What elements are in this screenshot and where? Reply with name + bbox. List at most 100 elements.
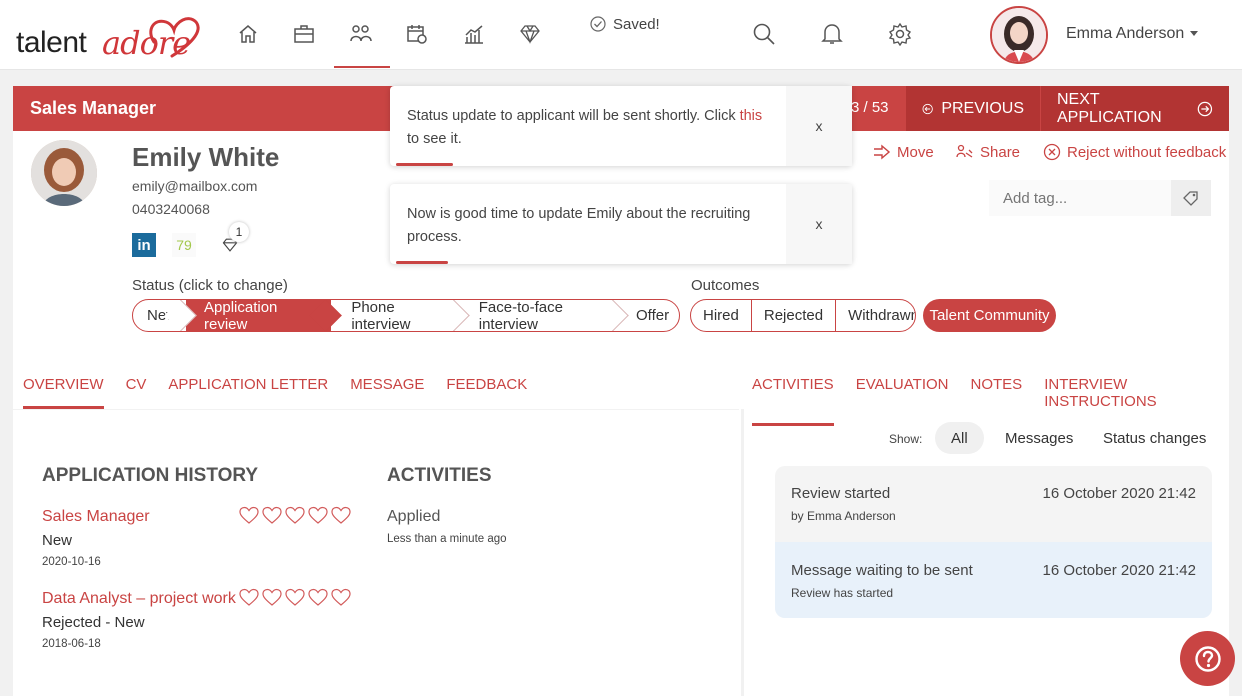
job-title: Sales Manager [30, 98, 157, 118]
heart-icon[interactable] [308, 588, 328, 607]
rating-hearts[interactable] [239, 506, 351, 525]
toast-close-button[interactable]: x [786, 86, 852, 166]
activity-title: Applied [387, 508, 441, 525]
user-menu[interactable]: Emma Anderson [1066, 25, 1199, 43]
feed-item[interactable]: Review started by Emma Anderson 16 Octob… [775, 466, 1212, 542]
reports-icon[interactable] [460, 20, 488, 48]
activity-time: Less than a minute ago [387, 533, 507, 545]
tab-notes[interactable]: NOTES [971, 376, 1023, 420]
heart-icon[interactable] [308, 506, 328, 525]
heart-icon[interactable] [331, 506, 351, 525]
talent-community-button[interactable]: Talent Community [923, 299, 1056, 332]
rating-hearts[interactable] [239, 588, 351, 607]
outcome-rejected[interactable]: Rejected [752, 300, 837, 331]
heart-icon[interactable] [285, 506, 305, 525]
application-card: Sales Manager 3 / 53 PREVIOUS NEXT APPLI… [13, 86, 1229, 696]
history-item-date: 2020-10-16 [42, 556, 101, 568]
toast-progress-bar [396, 261, 448, 264]
panel-divider[interactable] [741, 409, 744, 696]
add-tag-input[interactable] [989, 180, 1171, 216]
feed-item-title: Message waiting to be sent [791, 562, 973, 579]
feed-item-date: 16 October 2020 21:42 [1042, 485, 1196, 502]
outcome-withdrawn[interactable]: Withdrawn [836, 300, 915, 331]
feed-item-date: 16 October 2020 21:42 [1042, 562, 1196, 579]
diamond-icon[interactable] [516, 20, 544, 48]
search-icon[interactable] [750, 20, 778, 48]
toast-text: Status update to applicant will be sent … [407, 108, 740, 124]
move-action[interactable]: Move [873, 142, 934, 162]
filter-all[interactable]: All [935, 422, 984, 454]
stage-label: New [147, 307, 178, 324]
saved-indicator: Saved! [568, 6, 674, 42]
heart-icon[interactable] [239, 588, 259, 607]
application-counter: 3 / 53 [851, 99, 889, 116]
user-name-text: Emma Anderson [1066, 25, 1185, 42]
heart-icon[interactable] [285, 588, 305, 607]
applicant-email[interactable]: emily@mailbox.com [132, 178, 257, 194]
toast-close-button[interactable]: x [786, 184, 852, 264]
heart-icon[interactable] [331, 588, 351, 607]
status-pipeline: New Application review Phone interview F… [132, 299, 680, 332]
tab-evaluation[interactable]: EVALUATION [856, 376, 949, 420]
heart-icon[interactable] [262, 588, 282, 607]
tab-divider [13, 409, 739, 410]
move-arrow-icon [874, 144, 891, 160]
stage-phone-interview[interactable]: Phone interview [331, 300, 458, 331]
share-action[interactable]: Share [956, 142, 1020, 162]
tab-message[interactable]: MESSAGE [350, 376, 424, 403]
outcome-label: Rejected [763, 307, 824, 324]
calendar-icon[interactable] [403, 20, 431, 48]
add-tag-button[interactable] [1171, 180, 1211, 216]
stage-label: Face-to-face interview [478, 299, 563, 332]
applicant-photo [31, 140, 97, 206]
outcomes-label: Outcomes [691, 277, 760, 294]
tag-plus-icon [1183, 191, 1198, 206]
next-application-button[interactable]: NEXT APPLICATION [1041, 86, 1229, 131]
stage-label: Phone interview [351, 299, 411, 332]
tab-cv[interactable]: CV [126, 376, 147, 403]
linkedin-icon[interactable]: in [132, 233, 156, 257]
applicant-phone[interactable]: 0403240068 [132, 201, 210, 217]
applicant-name: Emily White [132, 142, 280, 172]
history-item-date: 2018-06-18 [42, 638, 101, 650]
talentadore-logo[interactable]: talent adore [16, 12, 200, 62]
reject-label: Reject without feedback [1067, 143, 1227, 161]
user-avatar[interactable] [990, 6, 1048, 64]
reject-without-feedback-action[interactable]: Reject without feedback [1043, 142, 1226, 162]
toast-link[interactable]: this [740, 108, 763, 124]
stage-face-to-face-interview[interactable]: Face-to-face interview [459, 300, 618, 331]
score-badge: 79 [172, 233, 196, 257]
tab-activities[interactable]: ACTIVITIES [752, 376, 834, 426]
filter-status-changes[interactable]: Status changes [1087, 422, 1222, 454]
diamond-badge[interactable]: 1 [217, 222, 249, 258]
stage-application-review[interactable]: Application review [186, 300, 332, 331]
history-item-title[interactable]: Data Analyst – project work [42, 590, 236, 608]
bell-icon[interactable] [818, 20, 846, 48]
linkedin-text: in [137, 236, 151, 254]
tab-application-letter[interactable]: APPLICATION LETTER [168, 376, 328, 403]
gear-icon[interactable] [886, 20, 914, 48]
tab-interview-instructions[interactable]: INTERVIEW INSTRUCTIONS [1044, 376, 1229, 420]
briefcase-icon[interactable] [290, 20, 318, 48]
feed-item-subtitle: by Emma Anderson [791, 509, 896, 523]
heart-icon[interactable] [262, 506, 282, 525]
tab-overview[interactable]: OVERVIEW [23, 376, 104, 409]
home-icon[interactable] [234, 20, 262, 48]
stage-new[interactable]: New [133, 300, 186, 331]
activity-feed: Review started by Emma Anderson 16 Octob… [775, 466, 1212, 618]
status-update-toast: Status update to applicant will be sent … [390, 86, 852, 166]
applicants-icon[interactable] [334, 20, 390, 68]
feed-item[interactable]: Message waiting to be sent Review has st… [775, 542, 1212, 618]
stage-label: Offer [636, 307, 670, 324]
outcome-hired[interactable]: Hired [691, 300, 752, 331]
toast-text: to see it. [407, 131, 462, 147]
outcome-label: Hired [703, 307, 739, 324]
previous-button[interactable]: PREVIOUS [906, 86, 1040, 131]
tab-feedback[interactable]: FEEDBACK [446, 376, 527, 403]
status-label: Status (click to change) [132, 277, 288, 294]
help-button[interactable] [1180, 631, 1235, 686]
filter-messages[interactable]: Messages [989, 422, 1089, 454]
heart-icon[interactable] [239, 506, 259, 525]
history-item-title[interactable]: Sales Manager [42, 508, 150, 526]
outcomes-group: Hired Rejected Withdrawn [690, 299, 916, 332]
